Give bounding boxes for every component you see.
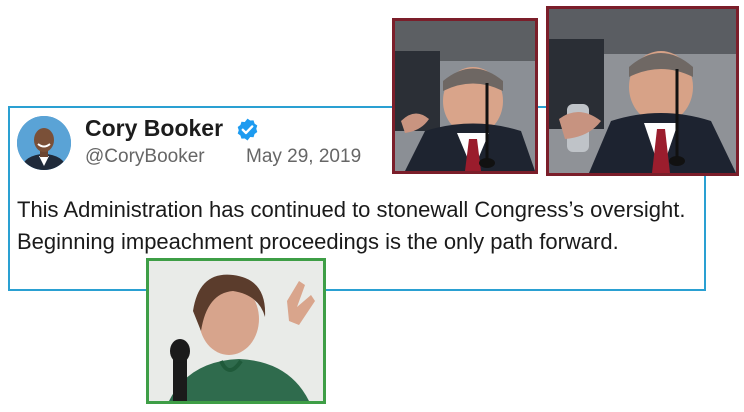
author-name[interactable]: Cory Booker — [85, 115, 223, 142]
verified-badge-icon — [235, 117, 260, 142]
hearing-photo-left — [392, 18, 538, 174]
author-handle[interactable]: @CoryBooker — [85, 146, 205, 168]
tweet-text: This Administration has continued to sto… — [17, 197, 686, 254]
author-avatar[interactable] — [17, 116, 71, 170]
tweet-date[interactable]: May 29, 2019 — [246, 146, 361, 168]
hearing-photo-right — [546, 6, 739, 176]
speaker-photo — [146, 258, 326, 404]
